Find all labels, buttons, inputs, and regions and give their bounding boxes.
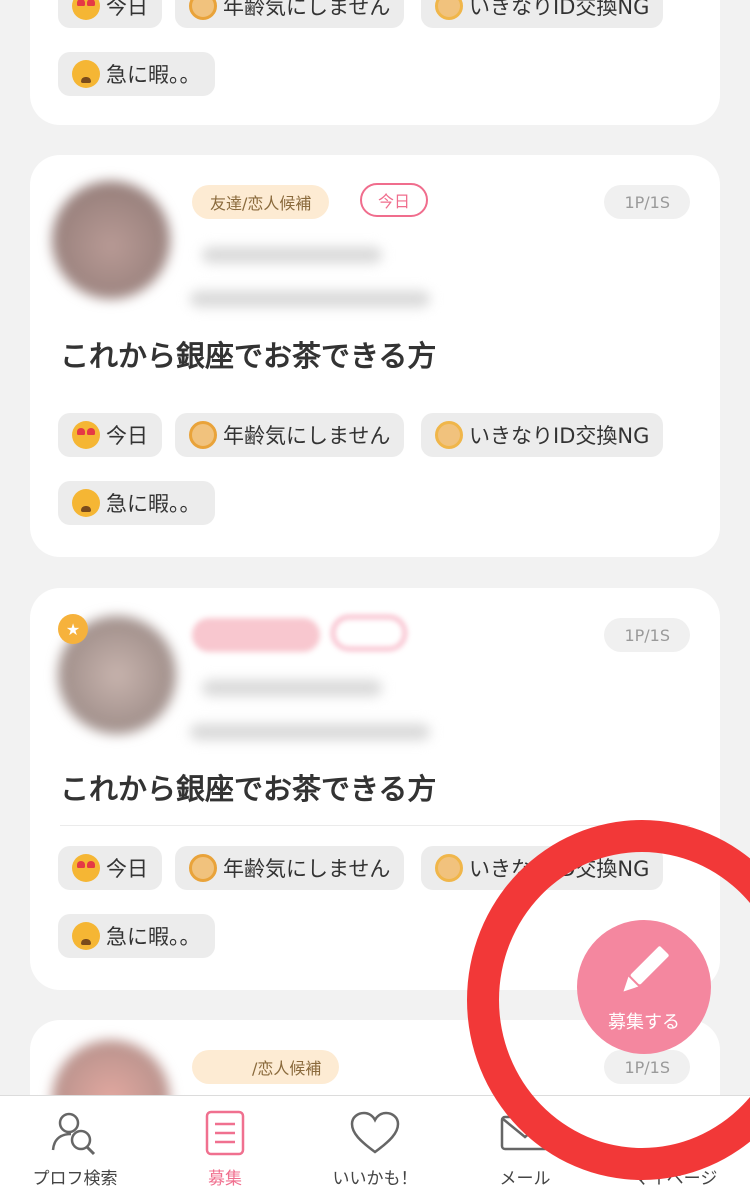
woman-gesturing-no-emoji-icon (435, 854, 463, 882)
recruit-fab-button[interactable]: 募集する (577, 920, 711, 1054)
tag-bored: 急に暇。。 (58, 914, 215, 958)
post-card[interactable]: 今日 年齢気にしません いきなりID交換NG 急に暇。。 (30, 0, 720, 125)
count-badge: 1P/1S (604, 185, 690, 219)
woman-emoji-icon (189, 0, 217, 20)
star-icon: ★ (58, 614, 88, 644)
tab-label: いいかも！ (332, 1169, 418, 1189)
tag-id-ng: いきなりID交換NG (421, 413, 664, 457)
woman-gesturing-no-emoji-icon (435, 421, 463, 449)
weary-face-emoji-icon (72, 489, 100, 517)
post-title: これから銀座でお茶できる方 (60, 339, 437, 373)
today-badge: 今日 (360, 183, 429, 217)
tag-today: 今日 (58, 0, 162, 28)
blurred-text (190, 291, 430, 307)
post-card[interactable]: 友達/恋人候補 今日 1P/1S これから銀座でお茶できる方 今日 年齢気にしま… (30, 155, 720, 557)
tag-label: 急に暇。。 (106, 492, 201, 516)
tag-label: 今日 (106, 857, 148, 881)
tag-today: 今日 (58, 413, 162, 457)
tag-bored: 急に暇。。 (58, 52, 215, 96)
pencil-icon (623, 946, 669, 992)
tag-label: 急に暇。。 (106, 63, 201, 87)
heart-eyes-emoji-icon (72, 421, 100, 449)
tag-label: 年齢気にしません (223, 0, 391, 19)
tag-label: 今日 (106, 0, 148, 19)
count-badge: 1P/1S (604, 618, 690, 652)
fab-label: 募集する (608, 1012, 680, 1033)
screen: 今日 年齢気にしません いきなりID交換NG 急に暇。。 友達/恋人候補 今日 … (0, 0, 750, 1200)
today-badge-blurred (332, 616, 406, 650)
tag-bored: 急に暇。。 (58, 481, 215, 525)
tag-label: いきなりID交換NG (469, 424, 650, 448)
tag-label: 急に暇。。 (106, 925, 201, 949)
tag-label: 年齢気にしません (223, 424, 391, 448)
heart-icon (345, 1110, 405, 1156)
tag-label: 今日 (106, 424, 148, 448)
tag-label: 年齢気にしません (223, 857, 391, 881)
woman-gesturing-no-emoji-icon (435, 0, 463, 20)
list-document-icon (195, 1110, 255, 1156)
woman-emoji-icon (189, 854, 217, 882)
tag-age: 年齢気にしません (175, 0, 405, 28)
tab-profile-search[interactable]: プロフ検索 (0, 1096, 150, 1200)
profile-search-icon (45, 1110, 105, 1156)
blurred-text (202, 247, 382, 263)
tab-recruit[interactable]: 募集 (150, 1096, 300, 1200)
tab-label: プロフ検索 (32, 1169, 118, 1189)
type-badge: /恋人候補 (192, 1050, 340, 1084)
tag-age: 年齢気にしません (175, 846, 405, 890)
tag-label: いきなりID交換NG (469, 0, 650, 19)
tab-label: 募集 (208, 1169, 242, 1189)
woman-emoji-icon (189, 421, 217, 449)
blurred-text (202, 680, 382, 696)
heart-eyes-emoji-icon (72, 854, 100, 882)
tab-label: メール (499, 1169, 551, 1189)
heart-eyes-emoji-icon (72, 0, 100, 20)
tag-id-ng: いきなりID交換NG (421, 0, 664, 28)
type-badge: 友達/恋人候補 (192, 185, 330, 219)
post-title: これから銀座でお茶できる方 (60, 772, 437, 806)
weary-face-emoji-icon (72, 922, 100, 950)
tab-like[interactable]: いいかも！ (300, 1096, 450, 1200)
blurred-text (190, 724, 430, 740)
tag-today: 今日 (58, 846, 162, 890)
weary-face-emoji-icon (72, 60, 100, 88)
avatar[interactable] (52, 181, 170, 299)
type-badge-blurred (192, 618, 320, 652)
tag-age: 年齢気にしません (175, 413, 405, 457)
